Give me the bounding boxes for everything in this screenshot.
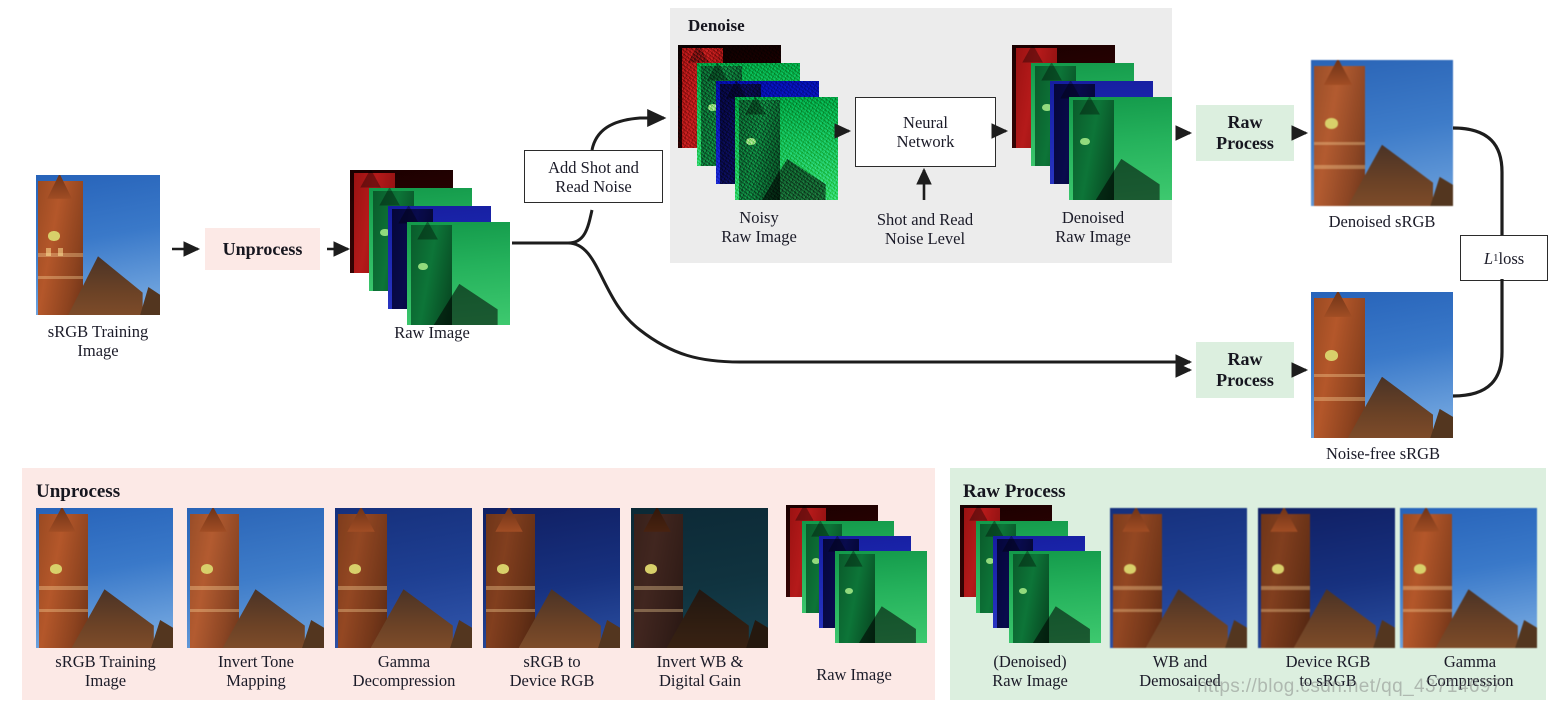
- l1-loss-box[interactable]: L1 loss: [1460, 235, 1548, 281]
- unprocess-box-label: Unprocess: [222, 238, 303, 259]
- raw-process-bottom-label: Raw Process: [1216, 349, 1274, 390]
- unprocess-step-thumbnail: [483, 508, 620, 648]
- raw-process-step-thumbnail: [1400, 508, 1537, 648]
- unprocess-step-thumbnail: [36, 508, 173, 648]
- srgb-training-image-caption: sRGB Training Image: [47, 322, 149, 360]
- denoised-srgb-thumbnail: [1311, 60, 1453, 206]
- denoised-raw-image-caption: Denoised Raw Image: [1055, 208, 1131, 246]
- raw-process-step-thumbnail: [1258, 508, 1395, 648]
- unprocess-step-caption: Raw Image: [816, 665, 892, 684]
- denoised-raw-image-stack: [1012, 45, 1172, 200]
- raw-image-stack: [350, 170, 510, 325]
- unprocess-step-thumbnail: [187, 508, 324, 648]
- denoised-srgb-caption: Denoised sRGB: [1328, 212, 1436, 231]
- srgb-training-image-thumbnail: [36, 175, 160, 315]
- unprocess-step-thumbnail: [335, 508, 472, 648]
- unprocess-step-caption: sRGB to Device RGB: [509, 652, 595, 690]
- unprocess-step-caption: Invert WB & Digital Gain: [656, 652, 744, 690]
- raw-process-box-bottom[interactable]: Raw Process: [1196, 342, 1294, 398]
- unprocess-panel-title: Unprocess: [36, 481, 121, 502]
- raw-process-panel-title: Raw Process: [963, 481, 1066, 502]
- raw-process-step-caption: (Denoised) Raw Image: [992, 652, 1068, 690]
- l1-loss-label: L: [1483, 248, 1493, 268]
- raw-process-step-thumbnail: [960, 505, 1101, 643]
- unprocess-step-caption: sRGB Training Image: [55, 652, 156, 690]
- raw-process-top-label: Raw Process: [1216, 112, 1274, 153]
- l1-loss-suffix: loss: [1498, 248, 1525, 268]
- denoise-group-label: Denoise: [688, 16, 745, 35]
- noise-level-label: Shot and Read Noise Level: [876, 210, 974, 248]
- neural-network-box[interactable]: Neural Network: [855, 97, 996, 167]
- unprocess-step-thumbnail: [631, 508, 768, 648]
- watermark-text: https://blog.csdn.net/qq_43714697: [1197, 676, 1502, 697]
- noise-free-srgb-caption: Noise-free sRGB: [1325, 444, 1441, 463]
- unprocess-step-caption: Invert Tone Mapping: [218, 652, 294, 690]
- noisy-raw-image-caption: Noisy Raw Image: [721, 208, 797, 246]
- raw-image-caption: Raw Image: [394, 323, 470, 342]
- add-noise-box-label: Add Shot and Read Noise: [548, 157, 639, 196]
- add-noise-box[interactable]: Add Shot and Read Noise: [524, 150, 663, 203]
- noisy-raw-image-stack: [678, 45, 838, 200]
- unprocess-box[interactable]: Unprocess: [205, 228, 320, 270]
- unprocess-step-caption: Gamma Decompression: [352, 652, 456, 690]
- noise-free-srgb-thumbnail: [1311, 292, 1453, 438]
- neural-network-label: Neural Network: [896, 113, 955, 151]
- unprocess-step-thumbnail: [786, 505, 927, 643]
- raw-process-step-thumbnail: [1110, 508, 1247, 648]
- raw-process-box-top[interactable]: Raw Process: [1196, 105, 1294, 161]
